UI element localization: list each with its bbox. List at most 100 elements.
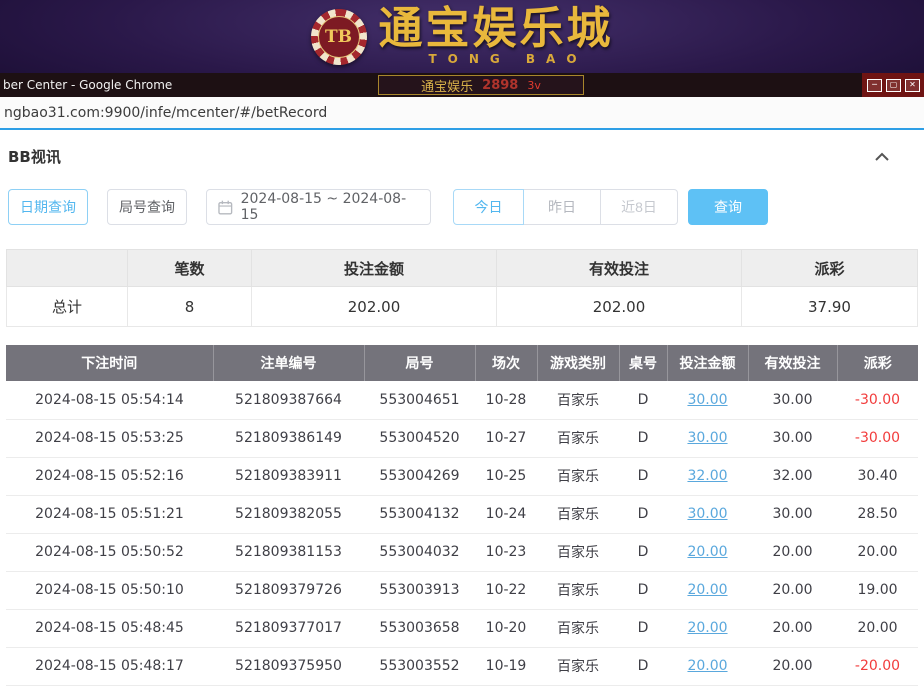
balance-box: 通宝娱乐 2898 3v [378, 75, 584, 95]
table-row: 2024-08-15 05:52:16 521809383911 5530042… [6, 457, 918, 495]
last-8-days-button[interactable]: 近8日 [600, 189, 678, 225]
cell-payout: -20.00 [837, 647, 918, 685]
cell-round-id: 553003552 [364, 647, 475, 685]
summary-header-blank [7, 250, 128, 287]
table-row: 2024-08-15 05:48:45 521809377017 5530036… [6, 609, 918, 647]
cell-valid-bet: 32.00 [748, 457, 837, 495]
quick-range-group: 今日 昨日 近8日 [453, 189, 678, 225]
summary-total-bet: 202.00 [252, 287, 497, 327]
cell-order-id: 521809379726 [213, 571, 364, 609]
minimize-icon[interactable]: ─ [867, 79, 882, 92]
table-row: 2024-08-15 05:54:14 521809387664 5530046… [6, 381, 918, 419]
cell-round-id: 553003658 [364, 609, 475, 647]
cell-bet-time: 2024-08-15 05:48:17 [6, 647, 213, 685]
summary-total-count: 8 [128, 287, 252, 327]
bet-amount-link[interactable]: 30.00 [687, 506, 727, 522]
cell-table-no: D [619, 419, 667, 457]
cell-payout: -30.00 [837, 381, 918, 419]
cell-bet-time: 2024-08-15 05:51:21 [6, 495, 213, 533]
bet-amount-link[interactable]: 32.00 [687, 468, 727, 484]
page-title: BB视讯 [8, 146, 61, 167]
cell-payout: -30.00 [837, 419, 918, 457]
cell-session: 10-19 [475, 647, 537, 685]
cell-order-id: 521809382055 [213, 495, 364, 533]
cell-bet-time: 2024-08-15 05:50:10 [6, 571, 213, 609]
header-valid-bet: 有效投注 [748, 345, 837, 381]
maximize-icon[interactable]: ▢ [886, 79, 901, 92]
cell-bet-time: 2024-08-15 05:48:45 [6, 609, 213, 647]
cell-order-id: 521809383911 [213, 457, 364, 495]
bet-amount-link[interactable]: 20.00 [687, 658, 727, 674]
cell-table-no: D [619, 609, 667, 647]
summary-total-row: 总计 8 202.00 202.00 37.90 [7, 287, 918, 327]
balance-suffix: 3v [527, 79, 541, 92]
window-controls: ─ ▢ ✕ [862, 73, 924, 97]
cell-round-id: 553004520 [364, 419, 475, 457]
cell-bet-time: 2024-08-15 05:52:16 [6, 457, 213, 495]
header-session: 场次 [475, 345, 537, 381]
window-title: ber Center - Google Chrome [3, 78, 172, 92]
date-query-button[interactable]: 日期查询 [8, 189, 88, 225]
header-game-type: 游戏类别 [537, 345, 619, 381]
date-range-input[interactable]: 2024-08-15 ~ 2024-08-15 [206, 189, 431, 225]
cell-bet-time: 2024-08-15 05:50:52 [6, 533, 213, 571]
cell-round-id: 553004269 [364, 457, 475, 495]
bet-table: 下注时间 注单编号 局号 场次 游戏类别 桌号 投注金额 有效投注 派彩 202… [6, 345, 918, 686]
cell-order-id: 521809377017 [213, 609, 364, 647]
bet-amount-link[interactable]: 20.00 [687, 620, 727, 636]
cell-valid-bet: 30.00 [748, 419, 837, 457]
header-payout: 派彩 [837, 345, 918, 381]
cell-table-no: D [619, 533, 667, 571]
date-range-value: 2024-08-15 ~ 2024-08-15 [241, 191, 419, 223]
cell-game-type: 百家乐 [537, 457, 619, 495]
table-row: 2024-08-15 05:50:10 521809379726 5530039… [6, 571, 918, 609]
site-title-cn: 通宝娱乐城 [379, 7, 614, 51]
close-icon[interactable]: ✕ [905, 79, 920, 92]
cell-session: 10-20 [475, 609, 537, 647]
summary-total-label: 总计 [7, 287, 128, 327]
cell-payout: 28.50 [837, 495, 918, 533]
bet-amount-link[interactable]: 30.00 [687, 430, 727, 446]
cell-table-no: D [619, 571, 667, 609]
site-logo: TB 通宝娱乐城 TONG BAO [0, 0, 924, 73]
cell-order-id: 521809381153 [213, 533, 364, 571]
table-row: 2024-08-15 05:48:17 521809375950 5530035… [6, 647, 918, 685]
cell-round-id: 553004032 [364, 533, 475, 571]
cell-round-id: 553003913 [364, 571, 475, 609]
today-button[interactable]: 今日 [453, 189, 524, 225]
cell-bet-time: 2024-08-15 05:54:14 [6, 381, 213, 419]
cell-order-id: 521809387664 [213, 381, 364, 419]
table-row: 2024-08-15 05:53:25 521809386149 5530045… [6, 419, 918, 457]
site-banner: TB 通宝娱乐城 TONG BAO [0, 0, 924, 73]
collapse-chevron-icon[interactable] [874, 152, 890, 162]
balance-value: 2898 [482, 78, 518, 93]
cell-table-no: D [619, 381, 667, 419]
cell-table-no: D [619, 495, 667, 533]
balance-label: 通宝娱乐 [421, 76, 473, 95]
cell-session: 10-23 [475, 533, 537, 571]
cell-game-type: 百家乐 [537, 419, 619, 457]
yesterday-button[interactable]: 昨日 [523, 189, 601, 225]
summary-header-payout: 派彩 [742, 250, 918, 287]
poker-chip-icon: TB [311, 9, 367, 65]
site-title-en: TONG BAO [379, 52, 614, 66]
url-bar[interactable]: ngbao31.com:9900/infe/mcenter/#/betRecor… [0, 97, 924, 130]
summary-header-bet: 投注金额 [252, 250, 497, 287]
round-query-button[interactable]: 局号查询 [107, 189, 187, 225]
bet-amount-link[interactable]: 20.00 [687, 582, 727, 598]
cell-session: 10-22 [475, 571, 537, 609]
header-round-id: 局号 [364, 345, 475, 381]
cell-session: 10-28 [475, 381, 537, 419]
cell-session: 10-27 [475, 419, 537, 457]
cell-game-type: 百家乐 [537, 609, 619, 647]
calendar-icon [218, 200, 233, 215]
summary-header-count: 笔数 [128, 250, 252, 287]
cell-valid-bet: 30.00 [748, 495, 837, 533]
bet-amount-link[interactable]: 30.00 [687, 392, 727, 408]
summary-header-row: 笔数 投注金额 有效投注 派彩 [7, 250, 918, 287]
bet-amount-link[interactable]: 20.00 [687, 544, 727, 560]
header-bet-time: 下注时间 [6, 345, 213, 381]
cell-game-type: 百家乐 [537, 571, 619, 609]
summary-total-payout: 37.90 [742, 287, 918, 327]
search-button[interactable]: 查询 [688, 189, 768, 225]
